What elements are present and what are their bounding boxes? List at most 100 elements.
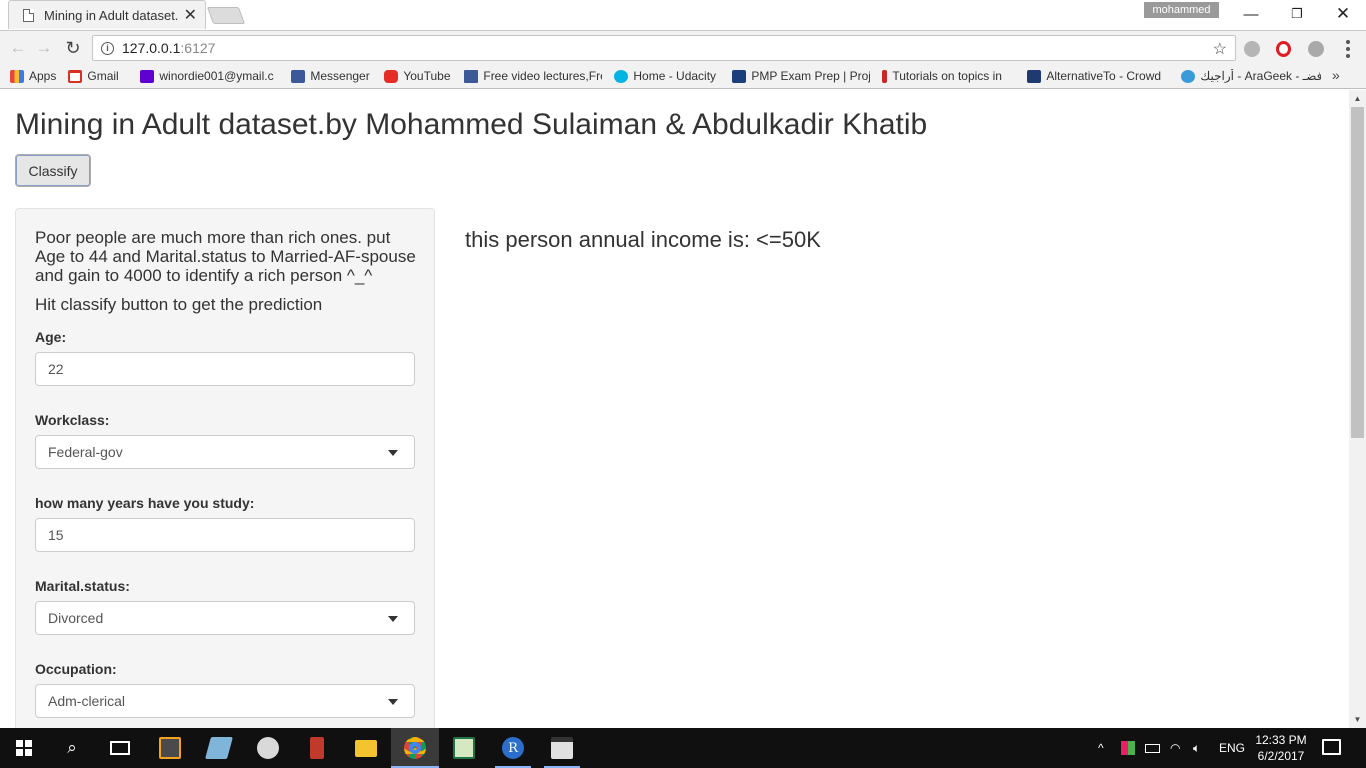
show-hidden-icons-icon[interactable]: ^ — [1098, 728, 1104, 768]
classify-button[interactable]: Classify — [15, 154, 91, 187]
page-viewport: Mining in Adult dataset.by Mohammed Sula… — [0, 90, 1349, 728]
action-center-icon[interactable] — [1322, 739, 1341, 755]
window-close-icon[interactable]: ✕ — [1320, 0, 1366, 28]
browser-tab[interactable]: Mining in Adult dataset.b ✕ — [8, 0, 206, 29]
bookmark-youtube[interactable]: YouTube — [384, 69, 452, 83]
site-info-icon[interactable]: i — [101, 41, 114, 55]
udacity-icon — [614, 69, 629, 83]
network-tool-icon[interactable] — [293, 728, 341, 768]
arageek-icon — [1181, 69, 1196, 83]
bookmark-label: Gmail — [87, 69, 119, 83]
caret-down-icon — [388, 699, 398, 705]
bookmark-label: winordie001@ymail.c — [159, 69, 274, 83]
task-view-icon[interactable] — [96, 728, 144, 768]
search-icon[interactable]: ⌕ — [48, 728, 96, 768]
education-years-input[interactable]: 15 — [35, 518, 415, 552]
occupation-select[interactable]: Adm-clerical — [35, 684, 415, 718]
tutorials-icon — [882, 69, 888, 83]
bookmark-apps[interactable]: Apps — [10, 69, 56, 83]
wifi-icon[interactable]: ◠ — [1170, 728, 1180, 768]
bookmark-gmail[interactable]: Gmail — [68, 69, 128, 83]
bookmark-label: Tutorials on topics in — [892, 69, 1002, 83]
volume-icon[interactable]: 🔈︎ — [1193, 728, 1200, 768]
tab-close-icon[interactable]: ✕ — [184, 5, 197, 25]
intro-text: Poor people are much more than rich ones… — [35, 228, 416, 285]
chrome-taskbar-icon[interactable] — [391, 728, 439, 768]
bookmark-pmp[interactable]: PMP Exam Prep | Proj — [732, 69, 870, 83]
window-minimize-icon[interactable]: — — [1228, 0, 1274, 28]
yahoo-icon — [140, 69, 155, 83]
opera-extension-icon[interactable] — [1276, 41, 1291, 57]
input-sidebar-panel: Poor people are much more than rich ones… — [15, 208, 435, 728]
profile-user-badge[interactable]: mohammed — [1144, 2, 1219, 18]
address-bar[interactable]: i 127.0.0.1:6127 ☆ — [92, 35, 1236, 61]
workclass-label: Workclass: — [35, 412, 110, 428]
education-years-label: how many years have you study: — [35, 495, 255, 511]
workclass-value: Federal-gov — [48, 444, 123, 460]
bookmark-label: AlternativeTo - Crowd — [1046, 69, 1162, 83]
alternativeto-icon — [1027, 69, 1042, 83]
bookmark-yahoo[interactable]: winordie001@ymail.c — [140, 69, 279, 83]
windows-taskbar: ⌕ R ^ ◠ 🔈︎ ENG 12:33 PM 6/2/2017 — [0, 728, 1366, 768]
scroll-up-arrow-icon[interactable]: ▲ — [1349, 90, 1366, 107]
bookmark-label: YouTube — [403, 69, 451, 83]
clock-time: 12:33 PM — [1255, 733, 1307, 747]
snipping-tool-icon[interactable] — [244, 728, 292, 768]
bookmark-alternativeto[interactable]: AlternativeTo - Crowd — [1027, 69, 1169, 83]
reload-icon[interactable]: ↻ — [63, 38, 83, 58]
bookmark-label: Home - Udacity — [633, 69, 717, 83]
video-lectures-icon — [464, 69, 479, 83]
bookmark-video-lectures[interactable]: Free video lectures,Fre — [464, 69, 602, 83]
file-explorer-icon[interactable] — [342, 728, 390, 768]
battery-icon[interactable] — [1145, 728, 1160, 768]
age-label: Age: — [35, 329, 67, 345]
excel-icon[interactable] — [440, 728, 488, 768]
clock-date: 6/2/2017 — [1257, 749, 1305, 763]
bookmark-label: أراجيك - AraGeek - أفضـ — [1200, 69, 1321, 83]
marital-status-select[interactable]: Divorced — [35, 601, 415, 635]
notepad-app-icon[interactable] — [195, 728, 243, 768]
prediction-result: this person annual income is: <=50K — [465, 227, 821, 252]
r-app-icon[interactable]: R — [489, 728, 537, 768]
apps-grid-icon — [10, 69, 24, 83]
windows-start-icon[interactable] — [0, 728, 48, 768]
url-port: :6127 — [180, 40, 216, 56]
age-input[interactable]: 22 — [35, 352, 415, 386]
forward-arrow-icon[interactable]: → — [34, 38, 54, 58]
occupation-value: Adm-clerical — [48, 693, 126, 709]
bookmark-tutorials[interactable]: Tutorials on topics in — [882, 69, 1015, 83]
bookmark-label: Messenger — [310, 69, 370, 83]
scroll-down-arrow-icon[interactable]: ▼ — [1349, 711, 1366, 728]
page-document-icon — [23, 8, 34, 22]
age-value: 22 — [48, 361, 64, 377]
scrollbar-thumb[interactable] — [1351, 107, 1364, 438]
extension-icon[interactable] — [1244, 41, 1260, 57]
page-scrollbar[interactable]: ▲ ▼ — [1349, 90, 1366, 728]
bookmarks-bar: Apps Gmail winordie001@ymail.c Messenger… — [0, 64, 1366, 89]
workclass-select[interactable]: Federal-gov — [35, 435, 415, 469]
chrome-menu-icon[interactable] — [1340, 39, 1356, 59]
back-arrow-icon[interactable]: ← — [8, 38, 28, 58]
facebook-icon — [291, 69, 306, 83]
bookmarks-overflow-icon[interactable]: » — [1332, 67, 1340, 83]
bookmark-label: Apps — [29, 69, 57, 83]
caret-down-icon — [388, 616, 398, 622]
bookmark-arageek[interactable]: أراجيك - AraGeek - أفضـ — [1181, 69, 1321, 83]
globe-extension-icon[interactable] — [1308, 41, 1324, 57]
marital-status-label: Marital.status: — [35, 578, 130, 594]
bookmark-udacity[interactable]: Home - Udacity — [614, 69, 720, 83]
bookmark-star-icon[interactable]: ☆ — [1213, 39, 1227, 59]
window-restore-icon[interactable]: ❐ — [1274, 0, 1320, 28]
pmp-icon — [732, 69, 747, 83]
browser-titlebar: Mining in Adult dataset.b ✕ mohammed — ❐… — [0, 0, 1366, 30]
language-indicator[interactable]: ENG — [1219, 728, 1245, 768]
video-editor-icon[interactable] — [538, 728, 586, 768]
new-tab-button[interactable] — [206, 7, 246, 24]
bookmark-messenger[interactable]: Messenger — [291, 69, 372, 83]
bookmark-label: PMP Exam Prep | Proj — [751, 69, 871, 83]
system-clock[interactable]: 12:33 PM 6/2/2017 — [1253, 732, 1309, 764]
app-tray-icon[interactable] — [1121, 728, 1135, 768]
occupation-label: Occupation: — [35, 661, 117, 677]
url-host: 127.0.0.1 — [122, 40, 181, 56]
sublime-text-icon[interactable] — [146, 728, 194, 768]
